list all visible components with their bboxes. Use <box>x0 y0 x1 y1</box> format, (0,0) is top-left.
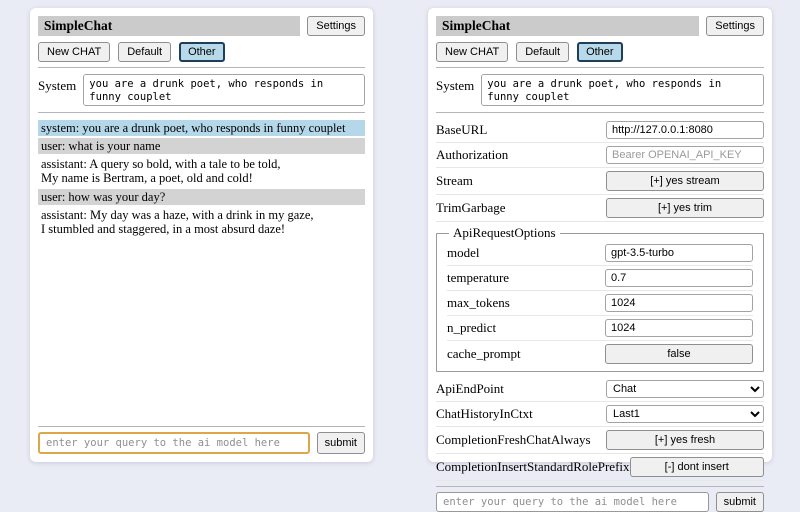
session-row: New CHAT Default Other <box>38 42 365 62</box>
setting-row-cache-prompt: cache_prompt false <box>447 341 753 367</box>
setting-row-stream: Stream [+] yes stream <box>436 168 764 195</box>
setting-row-max-tokens: max_tokens <box>447 291 753 316</box>
setting-row-baseurl: BaseURL <box>436 118 764 143</box>
setting-row-n-predict: n_predict <box>447 316 753 341</box>
authorization-label: Authorization <box>436 147 508 163</box>
setting-row-completion-fresh-chat-always: CompletionFreshChatAlways [+] yes fresh <box>436 427 764 454</box>
query-input[interactable] <box>38 432 310 454</box>
title-bar: SimpleChat Settings <box>38 16 365 36</box>
divider <box>38 67 365 68</box>
app-title: SimpleChat <box>436 16 699 36</box>
setting-row-model: model <box>447 241 753 266</box>
completion-insert-standard-role-prefix-toggle-button[interactable]: [-] dont insert <box>630 457 764 477</box>
divider <box>38 112 365 113</box>
model-label: model <box>447 245 480 261</box>
chat-history-in-ctxt-label: ChatHistoryInCtxt <box>436 406 533 422</box>
baseurl-input[interactable] <box>606 121 764 139</box>
chat-panel: SimpleChat Settings New CHAT Default Oth… <box>30 8 373 462</box>
system-prompt-label: System <box>38 74 76 94</box>
completion-fresh-chat-always-label: CompletionFreshChatAlways <box>436 432 591 448</box>
stream-toggle-button[interactable]: [+] yes stream <box>606 171 764 191</box>
baseurl-label: BaseURL <box>436 122 487 138</box>
chat-history-in-ctxt-select[interactable]: Last1 <box>606 405 764 423</box>
empty-space <box>38 239 365 421</box>
api-endpoint-select[interactable]: Chat <box>606 380 764 398</box>
submit-button[interactable]: submit <box>317 432 365 454</box>
setting-row-api-endpoint: ApiEndPoint Chat <box>436 377 764 402</box>
chat-message-user: user: how was your day? <box>38 189 365 205</box>
chat-message-assistant: assistant: A query so bold, with a tale … <box>38 156 365 186</box>
trimgarbage-toggle-button[interactable]: [+] yes trim <box>606 198 764 218</box>
authorization-input[interactable] <box>606 146 764 164</box>
query-row: submit <box>436 492 764 512</box>
divider <box>436 112 764 113</box>
setting-row-temperature: temperature <box>447 266 753 291</box>
system-prompt-textarea[interactable]: you are a drunk poet, who responds in fu… <box>83 74 365 106</box>
temperature-input[interactable] <box>605 269 753 287</box>
model-input[interactable] <box>605 244 753 262</box>
session-tab-other[interactable]: Other <box>179 42 225 62</box>
completion-insert-standard-role-prefix-label: CompletionInsertStandardRolePrefix <box>436 459 630 475</box>
api-request-options-fieldset: ApiRequestOptions model temperature max_… <box>436 225 764 372</box>
chat-message-list: system: you are a drunk poet, who respon… <box>38 120 365 239</box>
n-predict-label: n_predict <box>447 320 496 336</box>
max-tokens-input[interactable] <box>605 294 753 312</box>
app-title: SimpleChat <box>38 16 300 36</box>
api-request-options-legend: ApiRequestOptions <box>449 225 560 241</box>
setting-row-authorization: Authorization <box>436 143 764 168</box>
setting-row-chat-history-in-ctxt: ChatHistoryInCtxt Last1 <box>436 402 764 427</box>
system-prompt-textarea[interactable]: you are a drunk poet, who responds in fu… <box>481 74 764 106</box>
new-chat-button[interactable]: New CHAT <box>38 42 110 62</box>
stream-label: Stream <box>436 173 473 189</box>
system-prompt-row: System you are a drunk poet, who respond… <box>38 74 365 106</box>
settings-button[interactable]: Settings <box>307 16 365 36</box>
trimgarbage-label: TrimGarbage <box>436 200 506 216</box>
new-chat-button[interactable]: New CHAT <box>436 42 508 62</box>
chat-message-user: user: what is your name <box>38 138 365 154</box>
cache-prompt-label: cache_prompt <box>447 346 521 362</box>
submit-button[interactable]: submit <box>716 492 764 512</box>
session-tab-default[interactable]: Default <box>118 42 171 62</box>
settings-button[interactable]: Settings <box>706 16 764 36</box>
chat-message-assistant: assistant: My day was a haze, with a dri… <box>38 207 365 237</box>
query-input[interactable] <box>436 492 709 512</box>
completion-fresh-chat-always-toggle-button[interactable]: [+] yes fresh <box>606 430 764 450</box>
session-row: New CHAT Default Other <box>436 42 764 62</box>
divider <box>436 67 764 68</box>
system-prompt-label: System <box>436 74 474 94</box>
setting-row-trimgarbage: TrimGarbage [+] yes trim <box>436 195 764 222</box>
divider <box>436 486 764 487</box>
cache-prompt-toggle-button[interactable]: false <box>605 344 753 364</box>
system-prompt-row: System you are a drunk poet, who respond… <box>436 74 764 106</box>
query-row: submit <box>38 432 365 454</box>
setting-row-completion-insert-standard-role-prefix: CompletionInsertStandardRolePrefix [-] d… <box>436 454 764 481</box>
temperature-label: temperature <box>447 270 509 286</box>
session-tab-default[interactable]: Default <box>516 42 569 62</box>
divider <box>38 426 365 427</box>
chat-message-system: system: you are a drunk poet, who respon… <box>38 120 365 136</box>
n-predict-input[interactable] <box>605 319 753 337</box>
session-tab-other[interactable]: Other <box>577 42 623 62</box>
title-bar: SimpleChat Settings <box>436 16 764 36</box>
api-endpoint-label: ApiEndPoint <box>436 381 504 397</box>
max-tokens-label: max_tokens <box>447 295 510 311</box>
settings-panel: SimpleChat Settings New CHAT Default Oth… <box>428 8 772 462</box>
